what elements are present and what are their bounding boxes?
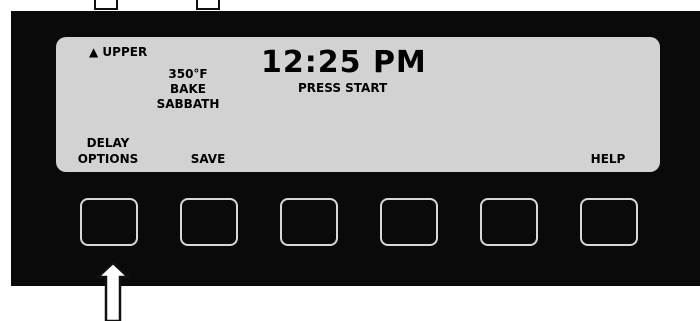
clock-time: 12:25 PM — [261, 45, 427, 80]
save-button[interactable] — [180, 198, 238, 246]
top-mark-left — [94, 0, 118, 10]
top-edge-marks — [0, 0, 700, 11]
options-label-line2: OPTIONS — [77, 152, 139, 166]
soft-key-4-button[interactable] — [380, 198, 438, 246]
soft-key-3-button[interactable] — [280, 198, 338, 246]
upper-oven-indicator: ▲ UPPER — [89, 45, 148, 59]
delay-options-button[interactable] — [80, 198, 138, 246]
cook-mode: BAKE — [170, 82, 206, 96]
delay-label-line1: DELAY — [86, 136, 130, 150]
top-mark-right — [196, 0, 220, 10]
help-label: HELP — [590, 152, 626, 166]
up-arrow-icon — [96, 261, 130, 321]
temperature-readout: 350°F — [168, 67, 208, 81]
soft-key-5-button[interactable] — [480, 198, 538, 246]
lcd-display: ▲ UPPER 350°F BAKE SABBATH 12:25 PM PRES… — [56, 37, 660, 172]
save-label: SAVE — [190, 152, 226, 166]
status-message: PRESS START — [298, 81, 388, 95]
sabbath-mode: SABBATH — [156, 97, 220, 111]
help-button[interactable] — [580, 198, 638, 246]
